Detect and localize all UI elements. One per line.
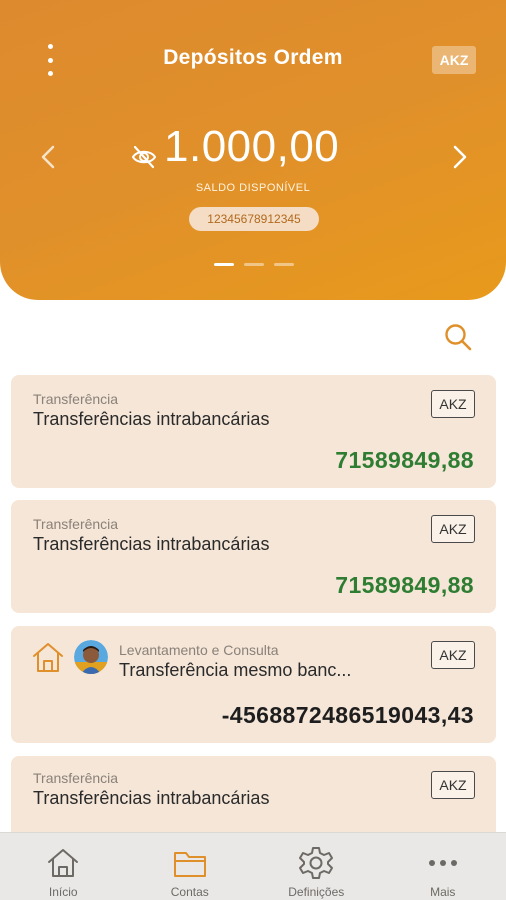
transaction-description: Transferência mesmo banc... xyxy=(119,660,352,680)
nav-item-mais[interactable]: Mais xyxy=(380,833,506,900)
transaction-type: Transferência xyxy=(33,516,119,532)
carousel-dot[interactable] xyxy=(214,263,234,266)
currency-tag: AKZ xyxy=(431,641,475,669)
currency-badge[interactable]: AKZ xyxy=(432,46,476,74)
folder-icon xyxy=(173,852,206,877)
transaction-type: Levantamento e Consulta xyxy=(119,642,279,658)
transaction-card[interactable]: Transferência Transferências intrabancár… xyxy=(11,375,496,488)
eye-off-icon[interactable] xyxy=(130,143,158,171)
transaction-description: Transferências intrabancárias xyxy=(33,534,270,554)
transaction-card[interactable]: Levantamento e Consulta Transferência me… xyxy=(11,626,496,743)
transaction-amount: 71589849,88 xyxy=(335,572,474,598)
page-title: Depósitos Ordem xyxy=(163,46,343,69)
balance-label: SALDO DISPONÍVEL xyxy=(195,182,311,194)
transaction-type: Transferência xyxy=(33,391,119,407)
chevron-left-icon[interactable] xyxy=(34,140,64,174)
nav-label: Definições xyxy=(288,885,345,899)
transaction-card[interactable]: Transferência Transferências intrabancár… xyxy=(11,500,496,613)
transaction-description: Transferências intrabancárias xyxy=(33,409,270,429)
avatar xyxy=(74,640,108,674)
transaction-amount: -4568872486519043,43 xyxy=(221,702,474,728)
transaction-description: Transferências intrabancárias xyxy=(33,788,270,808)
nav-label: Contas xyxy=(170,885,209,899)
more-dots-icon xyxy=(428,860,457,866)
nav-label: Início xyxy=(48,885,78,899)
account-header: Depósitos Ordem AKZ 1.000,00 SALDO DISPO… xyxy=(0,0,506,300)
home-icon xyxy=(33,643,63,672)
currency-tag: AKZ xyxy=(431,515,475,543)
bottom-navigation: Início Contas Definições Mais xyxy=(0,832,506,900)
transaction-type: Transferência xyxy=(33,770,119,786)
home-icon xyxy=(48,849,79,877)
search-icon[interactable] xyxy=(443,322,473,352)
currency-tag: AKZ xyxy=(431,390,475,418)
currency-tag: AKZ xyxy=(431,771,475,799)
nav-item-contas[interactable]: Contas xyxy=(127,833,254,900)
nav-label: Mais xyxy=(430,885,456,899)
chevron-right-icon[interactable] xyxy=(444,140,474,174)
carousel-dot[interactable] xyxy=(274,263,294,266)
carousel-indicator[interactable] xyxy=(214,263,294,266)
transaction-amount: 71589849,88 xyxy=(335,447,474,473)
account-number-pill[interactable]: 12345678912345 xyxy=(189,207,319,231)
gear-icon xyxy=(299,847,334,879)
balance-amount: 1.000,00 xyxy=(164,122,340,171)
carousel-dot[interactable] xyxy=(244,263,264,266)
nav-item-definicoes[interactable]: Definições xyxy=(253,833,380,900)
nav-item-inicio[interactable]: Início xyxy=(0,833,127,900)
